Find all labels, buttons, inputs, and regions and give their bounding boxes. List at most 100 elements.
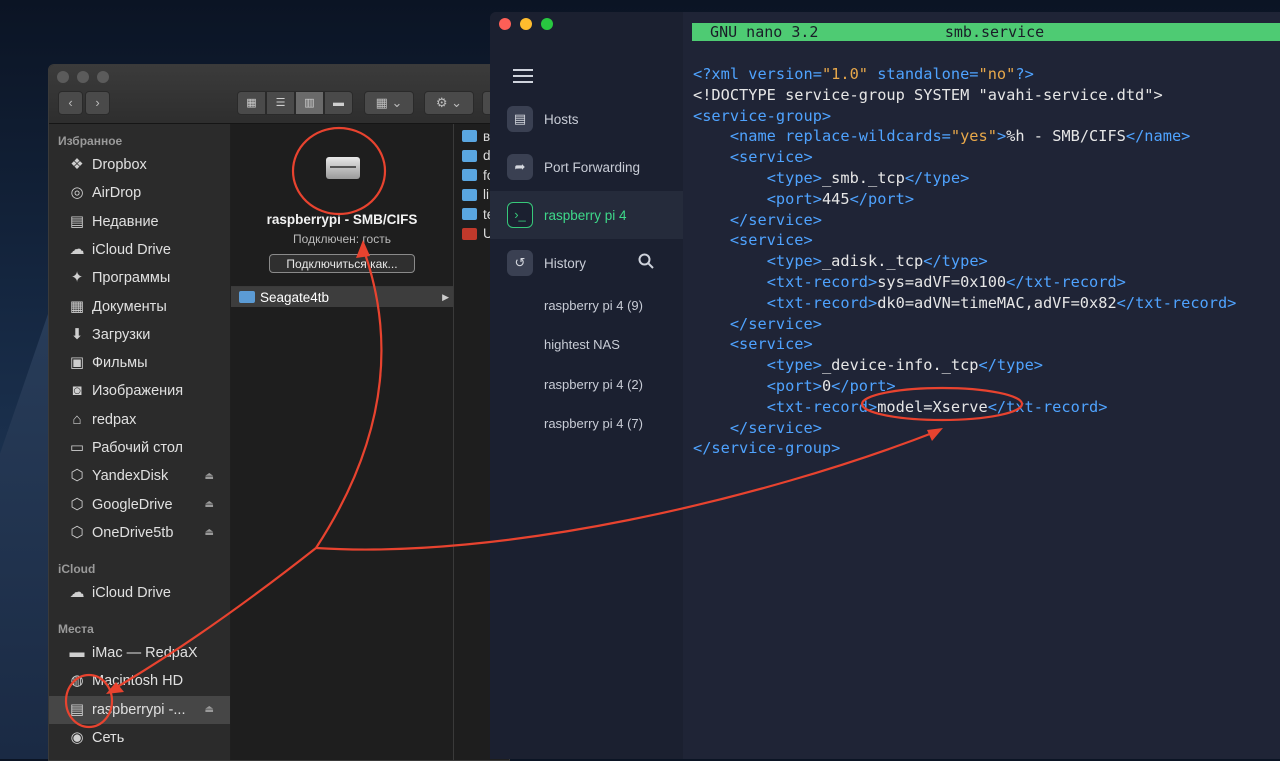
group-by-dropdown[interactable]: ▦ ⌄ xyxy=(364,91,414,115)
code-token: "1.0" xyxy=(821,65,868,83)
action-gear-icon[interactable]: ⚙ ⌄ xyxy=(424,91,474,115)
sidebar-item-label: OneDrive5tb xyxy=(92,524,174,541)
port-forwarding-icon: ➦ xyxy=(507,154,533,180)
sidebar-item[interactable]: ⬡ YandexDisk ⏏ xyxy=(49,462,230,490)
sidebar-item[interactable]: ⬇ Загрузки xyxy=(49,321,230,349)
code-line: </service-group> xyxy=(693,438,1236,459)
file-item[interactable]: U xyxy=(462,225,493,243)
share-row-seagate[interactable]: Seagate4tb ▶ xyxy=(231,287,453,307)
history-item[interactable]: hightest NAS xyxy=(544,337,620,352)
nav-item-port-forwarding[interactable]: ➦ Port Forwarding xyxy=(490,143,683,191)
sidebar-item[interactable]: ▣ Фильмы xyxy=(49,349,230,377)
harddisk-icon: ◍ xyxy=(70,672,84,690)
code-token: <service> xyxy=(729,231,813,250)
code-token: <txt-record> xyxy=(766,272,878,291)
terminal-pane[interactable]: GNU nano 3.2 smb.service <?xml version="… xyxy=(683,12,1280,759)
file-item[interactable]: li xyxy=(462,186,489,204)
code-token: </port> xyxy=(849,189,915,208)
finder-sidebar: Избранное ❖ Dropbox ◎ AirDrop ▤ Недавние… xyxy=(49,124,230,760)
code-token: 445 xyxy=(821,189,850,208)
close-window-button[interactable] xyxy=(57,71,69,83)
sidebar-item[interactable]: ☁ iCloud Drive xyxy=(49,579,230,607)
eject-icon[interactable]: ⏏ xyxy=(205,527,214,538)
sidebar-item[interactable]: ▤ Недавние xyxy=(49,208,230,236)
history-item[interactable]: raspberry pi 4 (2) xyxy=(544,377,643,392)
sidebar-item[interactable]: ◙ Изображения xyxy=(49,377,230,405)
nav-label: History xyxy=(544,255,587,271)
forward-button[interactable]: › xyxy=(85,91,110,115)
eject-icon[interactable]: ⏏ xyxy=(205,704,214,715)
sidebar-item[interactable]: ☁ iCloud Drive xyxy=(49,236,230,264)
recents-icon: ▤ xyxy=(69,212,85,230)
nav-item-history[interactable]: ↺ History xyxy=(490,239,683,287)
sidebar-item[interactable]: ▭ Рабочий стол xyxy=(49,434,230,462)
column-view-icon[interactable]: ▥ xyxy=(295,91,324,115)
icon-view-icon[interactable]: ▦ xyxy=(237,91,266,115)
cloud-drive-icon: ⬡ xyxy=(70,495,84,513)
file-item[interactable]: в xyxy=(462,127,490,145)
disclosure-arrow-icon: ▶ xyxy=(442,291,449,302)
sidebar-item-label: GoogleDrive xyxy=(92,496,173,513)
nav-item-hosts[interactable]: ▤ Hosts xyxy=(490,95,683,143)
history-item[interactable]: raspberry pi 4 (9) xyxy=(544,298,643,313)
code-token: model=Xserve xyxy=(877,397,988,416)
code-token: "no" xyxy=(978,65,1016,83)
code-line: <type>_adisk._tcp</type> xyxy=(693,251,1236,272)
history-item[interactable]: raspberry pi 4 (7) xyxy=(544,416,643,431)
zoom-window-button[interactable] xyxy=(97,71,109,83)
search-icon[interactable] xyxy=(638,253,654,269)
cloud-icon: ☁ xyxy=(69,584,85,601)
zoom-window-button[interactable] xyxy=(541,18,553,30)
sidebar-item[interactable]: ⬡ GoogleDrive ⏏ xyxy=(49,491,230,519)
code-token: <txt-record> xyxy=(766,397,878,416)
connect-as-button[interactable]: Подключиться как... xyxy=(269,254,415,273)
sidebar-item[interactable]: ◍ Macintosh HD xyxy=(49,667,230,695)
sidebar-item[interactable]: ◎ AirDrop xyxy=(49,179,230,207)
folder-icon xyxy=(462,130,477,142)
nav-item-terminal[interactable]: ›_ raspberry pi 4 xyxy=(490,191,683,239)
sidebar-item[interactable]: ▤ raspberrypi -... ⏏ xyxy=(49,695,230,724)
movies-icon: ▣ xyxy=(69,354,85,372)
list-view-icon[interactable]: ☰ xyxy=(266,91,295,115)
minimize-window-button[interactable] xyxy=(520,18,532,30)
back-button[interactable]: ‹ xyxy=(58,91,83,115)
minimize-window-button[interactable] xyxy=(77,71,89,83)
code-line: <service> xyxy=(693,334,1236,355)
server-status: Подключен: гость xyxy=(293,232,391,246)
menu-hamburger-icon[interactable] xyxy=(513,69,533,83)
sidebar-item[interactable]: ▬ iMac — RedpaX xyxy=(49,639,230,667)
code-line: <service> xyxy=(693,147,1236,168)
eject-icon[interactable]: ⏏ xyxy=(205,499,214,510)
code-token: <!DOCTYPE service-group SYSTEM "avahi-se… xyxy=(693,85,1163,104)
sidebar-item[interactable]: ✦ Программы xyxy=(49,264,230,292)
sidebar-item[interactable]: ◉ Сеть xyxy=(49,724,230,752)
code-token: <service> xyxy=(729,335,813,354)
code-token: > xyxy=(996,127,1007,146)
code-token: <txt-record> xyxy=(766,293,878,312)
code-line: <txt-record>dk0=adVN=timeMAC,adVF=0x82</… xyxy=(693,293,1237,314)
sidebar-item[interactable]: ▦ Документы xyxy=(49,293,230,321)
sidebar-item-label: Недавние xyxy=(92,213,159,230)
code-line: <?xml version="1.0" standalone="no"?> xyxy=(693,64,1236,85)
terminal-content[interactable]: <?xml version="1.0" standalone="no"?> <!D… xyxy=(693,64,1236,459)
code-token: 0 xyxy=(821,376,832,395)
sidebar-item-label: Документы xyxy=(92,298,167,315)
sidebar-item[interactable]: ❖ Dropbox xyxy=(49,151,230,179)
file-item[interactable]: d xyxy=(462,147,491,165)
sidebar-item-label: Сеть xyxy=(92,729,125,746)
eject-icon[interactable]: ⏏ xyxy=(205,471,214,482)
sidebar-item[interactable]: ⌂ redpax xyxy=(49,406,230,434)
sidebar-item[interactable]: ⬡ OneDrive5tb ⏏ xyxy=(49,519,230,547)
close-window-button[interactable] xyxy=(499,18,511,30)
sidebar-item-label: raspberrypi -... xyxy=(92,701,186,718)
server-name: raspberrypi - SMB/CIFS xyxy=(266,212,418,227)
sidebar-item-label: Программы xyxy=(92,270,171,287)
gallery-view-icon[interactable]: ▬ xyxy=(324,91,353,115)
